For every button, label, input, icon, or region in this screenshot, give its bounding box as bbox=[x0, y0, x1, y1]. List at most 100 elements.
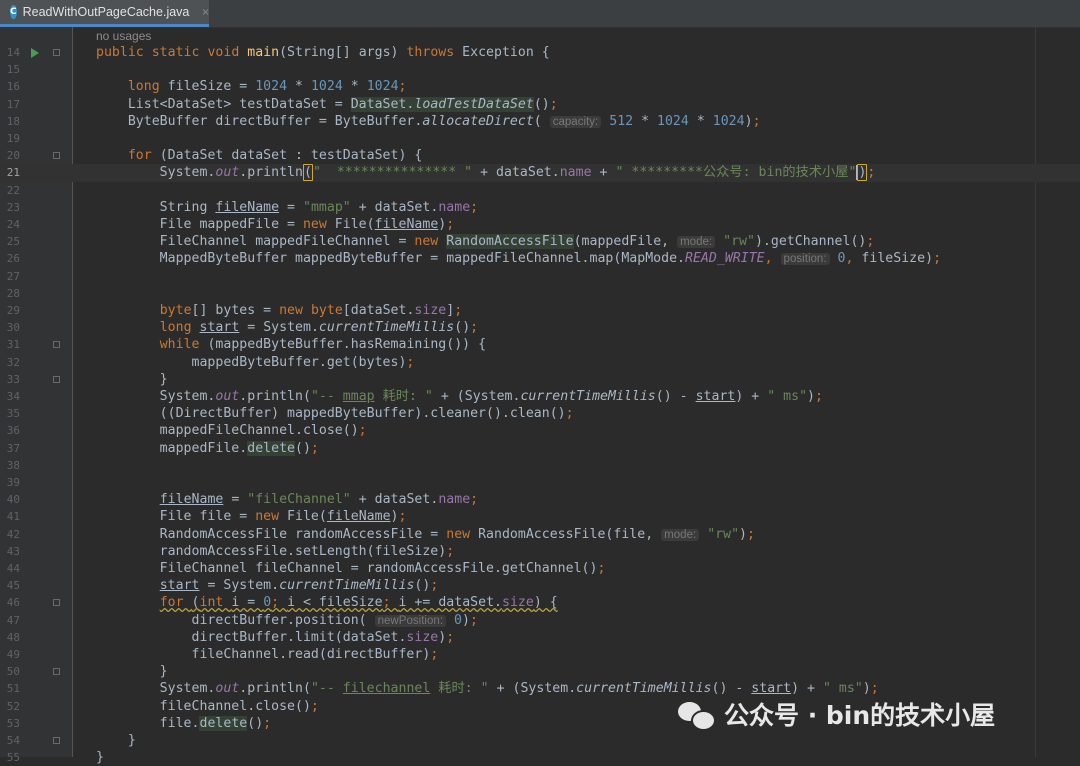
code-token: byte bbox=[159, 303, 192, 318]
parameter-hint: mode: bbox=[677, 236, 716, 249]
file-tab[interactable]: C ReadWithOutPageCache.java × bbox=[0, 0, 210, 27]
code-token: .println( bbox=[239, 389, 311, 404]
line-number: 50 bbox=[6, 665, 20, 679]
code-token: System. bbox=[96, 165, 216, 181]
code-editor[interactable]: no usages 14 public static void main(Stri… bbox=[0, 27, 1080, 765]
code-line[interactable]: 36 mappedFileChannel.close(); bbox=[0, 422, 1080, 439]
line-number: 41 bbox=[6, 510, 20, 524]
code-line[interactable]: 25 FileChannel mappedFileChannel = new R… bbox=[0, 233, 1080, 250]
run-icon[interactable] bbox=[31, 47, 39, 58]
code-line[interactable]: 39 bbox=[0, 474, 1080, 491]
code-line[interactable]: 24 File mappedFile = new File(fileName); bbox=[0, 216, 1080, 233]
code-text: long fileSize = 1024 * 1024 * 1024; bbox=[96, 78, 407, 95]
code-line[interactable]: 41 File file = new File(fileName); bbox=[0, 508, 1080, 525]
code-token: i = bbox=[231, 595, 264, 611]
code-line[interactable]: 35 ((DirectBuffer) mappedByteBuffer).cle… bbox=[0, 405, 1080, 422]
code-token: byte bbox=[310, 303, 343, 318]
code-token: } bbox=[96, 664, 168, 680]
code-line[interactable]: 26 MappedByteBuffer mappedByteBuffer = m… bbox=[0, 250, 1080, 267]
close-icon[interactable]: × bbox=[201, 7, 209, 18]
code-token: for bbox=[127, 148, 160, 164]
code-token: + (System. bbox=[432, 389, 521, 404]
code-token: MappedByteBuffer mappedByteBuffer = mapp… bbox=[96, 251, 686, 267]
fold-icon[interactable] bbox=[53, 49, 60, 56]
line-number: 38 bbox=[6, 458, 20, 472]
code-token: * bbox=[633, 113, 658, 129]
code-token: ; bbox=[866, 234, 875, 250]
code-token: System. bbox=[96, 389, 216, 404]
code-token: " *************** " bbox=[312, 165, 473, 181]
line-number: 46 bbox=[6, 596, 20, 610]
code-text: } bbox=[96, 732, 136, 749]
code-line[interactable]: 42 RandomAccessFile randomAccessFile = n… bbox=[0, 526, 1080, 543]
code-line[interactable]: 29 byte[] bytes = new byte[dataSet.size]… bbox=[0, 302, 1080, 319]
code-line[interactable]: 27 bbox=[0, 268, 1080, 285]
code-text: MappedByteBuffer mappedByteBuffer = mapp… bbox=[96, 250, 941, 268]
code-text: byte[] bytes = new byte[dataSet.size]; bbox=[96, 302, 462, 319]
line-number: 52 bbox=[6, 699, 20, 713]
code-line[interactable]: 43 randomAccessFile.setLength(fileSize); bbox=[0, 543, 1080, 560]
code-token: ) bbox=[807, 389, 816, 404]
code-line[interactable]: 21 System.out.println(" *************** … bbox=[0, 164, 1080, 182]
code-line[interactable]: 22 bbox=[0, 182, 1080, 199]
line-number: 39 bbox=[6, 476, 20, 489]
code-token: READ_WRITE bbox=[685, 251, 765, 267]
code-line[interactable]: 15 bbox=[0, 61, 1080, 78]
fold-icon[interactable] bbox=[53, 152, 60, 160]
code-token: ; bbox=[470, 199, 479, 215]
line-number: 19 bbox=[6, 132, 20, 145]
fold-icon[interactable] bbox=[53, 375, 60, 383]
code-line[interactable]: 44 FileChannel fileChannel = randomAcces… bbox=[0, 560, 1080, 577]
code-line[interactable]: 23 String fileName = "mmap" + dataSet.na… bbox=[0, 199, 1080, 216]
code-token: ; bbox=[263, 715, 272, 731]
code-token: ; bbox=[446, 629, 455, 645]
code-token: = bbox=[279, 199, 303, 215]
code-line[interactable]: 34 System.out.println("-- mmap 耗时: " + (… bbox=[0, 388, 1080, 405]
code-line[interactable]: 17 List<DataSet> testDataSet = DataSet.l… bbox=[0, 96, 1080, 113]
code-line[interactable]: 30 long start = System.currentTimeMillis… bbox=[0, 319, 1080, 336]
line-number: 37 bbox=[6, 441, 20, 455]
code-line[interactable]: 55} bbox=[0, 749, 1080, 766]
code-token: ; bbox=[470, 320, 479, 336]
code-token: ( bbox=[533, 113, 550, 129]
code-token: + (System. bbox=[488, 681, 577, 697]
fold-icon[interactable] bbox=[53, 599, 60, 607]
code-line[interactable]: 46 for (int i = 0; i < fileSize; i += da… bbox=[0, 594, 1080, 611]
code-line[interactable]: 48 directBuffer.limit(dataSet.size); bbox=[0, 629, 1080, 646]
code-line[interactable]: 31 while (mappedByteBuffer.hasRemaining(… bbox=[0, 336, 1080, 353]
code-line[interactable]: 33 } bbox=[0, 371, 1080, 388]
code-token: 0 bbox=[263, 595, 272, 611]
code-line[interactable]: 32 mappedByteBuffer.get(bytes); bbox=[0, 354, 1080, 371]
code-line[interactable]: 14 public static void main(String[] args)… bbox=[0, 44, 1080, 61]
fold-icon[interactable] bbox=[53, 668, 60, 676]
code-token: RandomAccessFile(file, bbox=[478, 526, 662, 542]
code-line[interactable]: 37 mappedFile.delete(); bbox=[0, 440, 1080, 457]
parameter-hint: capacity: bbox=[549, 115, 602, 128]
code-token: System. bbox=[96, 681, 216, 697]
code-line[interactable]: 38 bbox=[0, 457, 1080, 474]
code-line[interactable]: 47 directBuffer.position( newPosition: 0… bbox=[0, 612, 1080, 629]
code-token: } bbox=[96, 371, 168, 387]
code-line[interactable]: 50 } bbox=[0, 663, 1080, 680]
code-token: fileChannel.close() bbox=[96, 698, 311, 714]
fold-icon[interactable] bbox=[53, 737, 60, 744]
code-token: ; bbox=[469, 612, 478, 628]
code-line[interactable]: 40 fileName = "fileChannel" + dataSet.na… bbox=[0, 491, 1080, 508]
code-line[interactable]: 19 bbox=[0, 130, 1080, 147]
watermark: 公众号 · bin的技术小屋 bbox=[678, 694, 995, 734]
code-line[interactable]: 20 for (DataSet dataSet : testDataSet) { bbox=[0, 147, 1080, 164]
code-line[interactable]: 54 } bbox=[0, 732, 1080, 749]
code-line[interactable]: 18 ByteBuffer directBuffer = ByteBuffer.… bbox=[0, 113, 1080, 130]
code-line[interactable]: 49 fileChannel.read(directBuffer); bbox=[0, 646, 1080, 663]
code-line[interactable]: 16 long fileSize = 1024 * 1024 * 1024; bbox=[0, 78, 1080, 95]
fold-icon[interactable] bbox=[53, 341, 60, 349]
code-token: name bbox=[438, 492, 471, 508]
code-line[interactable]: 45 start = System.currentTimeMillis(); bbox=[0, 577, 1080, 594]
code-text: File mappedFile = new File(fileName); bbox=[96, 216, 455, 233]
code-token: fileName bbox=[215, 199, 280, 215]
line-number: 31 bbox=[6, 338, 20, 352]
code-token: mmap bbox=[342, 389, 375, 404]
code-token: size bbox=[414, 303, 447, 318]
code-line[interactable]: 28 bbox=[0, 285, 1080, 302]
